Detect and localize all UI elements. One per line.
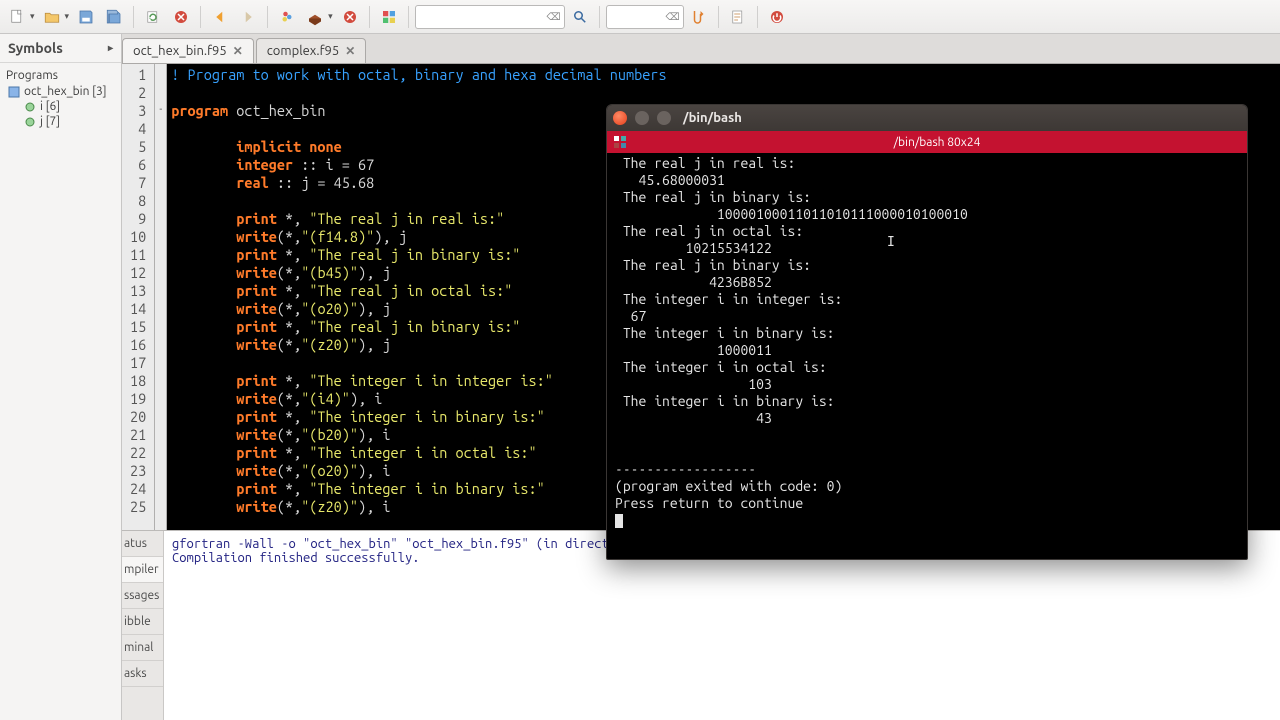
bottom-tab[interactable]: mpiler bbox=[122, 557, 163, 583]
variable-icon bbox=[24, 116, 36, 128]
goto-button[interactable] bbox=[686, 4, 712, 30]
variable-icon bbox=[24, 101, 36, 113]
editor-tabs: oct_hex_bin.f95 ✕ complex.f95 ✕ bbox=[122, 34, 1280, 64]
reload-button[interactable] bbox=[140, 4, 166, 30]
fold-column[interactable]: - bbox=[155, 64, 167, 530]
tab-oct-hex-bin[interactable]: oct_hex_bin.f95 ✕ bbox=[122, 38, 254, 63]
text-cursor-icon: I bbox=[887, 235, 895, 250]
build-button[interactable] bbox=[302, 4, 328, 30]
search-field-wrap: ⌫ bbox=[415, 5, 565, 29]
sidebar-header[interactable]: Symbols ▸ bbox=[0, 34, 121, 63]
clear-goto-icon[interactable]: ⌫ bbox=[665, 11, 679, 23]
sidebar-section-programs[interactable]: Programs bbox=[6, 67, 115, 84]
bottom-tab[interactable]: ibble bbox=[122, 609, 163, 635]
terminal-window[interactable]: /bin/bash /bin/bash 80x24 The real j in … bbox=[606, 104, 1248, 560]
build-dropdown[interactable]: ▾ bbox=[328, 11, 333, 22]
terminal-tab-bar: /bin/bash 80x24 bbox=[607, 131, 1247, 153]
sidebar-collapse-icon[interactable]: ▸ bbox=[108, 42, 113, 54]
symbol-variable-j[interactable]: j [7] bbox=[8, 114, 115, 129]
color-chooser-button[interactable] bbox=[376, 4, 402, 30]
terminal-tab-label: /bin/bash 80x24 bbox=[633, 136, 1241, 149]
nav-back-button[interactable] bbox=[207, 4, 233, 30]
terminal-output[interactable]: The real j in real is: 45.68000031 The r… bbox=[607, 153, 1247, 531]
preferences-button[interactable] bbox=[725, 4, 751, 30]
line-number-gutter: 1234567891011121314151617181920212223242… bbox=[122, 64, 155, 530]
nav-forward-button[interactable] bbox=[235, 4, 261, 30]
open-recent-dropdown[interactable]: ▾ bbox=[65, 11, 70, 22]
close-file-button[interactable] bbox=[168, 4, 194, 30]
bottom-tab[interactable]: asks bbox=[122, 661, 163, 687]
window-minimize-button[interactable] bbox=[635, 111, 649, 125]
save-all-button[interactable] bbox=[101, 4, 127, 30]
symbol-variable-i[interactable]: i [6] bbox=[8, 99, 115, 114]
window-close-button[interactable] bbox=[613, 111, 627, 125]
save-button[interactable] bbox=[73, 4, 99, 30]
tab-complex[interactable]: complex.f95 ✕ bbox=[256, 38, 367, 63]
search-input[interactable] bbox=[415, 5, 565, 29]
bottom-tab[interactable]: ssages bbox=[122, 583, 163, 609]
program-icon bbox=[8, 86, 20, 98]
terminal-titlebar[interactable]: /bin/bash bbox=[607, 105, 1247, 131]
close-tab-icon[interactable]: ✕ bbox=[233, 44, 243, 58]
new-file-button[interactable] bbox=[4, 4, 30, 30]
run-button[interactable] bbox=[337, 4, 363, 30]
new-file-dropdown[interactable]: ▾ bbox=[30, 11, 35, 22]
symbol-program[interactable]: oct_hex_bin [3] bbox=[8, 84, 115, 99]
bottom-tab[interactable]: minal bbox=[122, 635, 163, 661]
close-tab-icon[interactable]: ✕ bbox=[345, 44, 355, 58]
goto-field-wrap: ⌫ bbox=[606, 5, 684, 29]
symbols-sidebar: Symbols ▸ Programs oct_hex_bin [3] i [6]… bbox=[0, 34, 122, 720]
bottom-tab-list: atusmpilerssagesibbleminalasks bbox=[122, 531, 164, 720]
search-button[interactable] bbox=[567, 4, 593, 30]
main-toolbar: ▾ ▾ ▾ ⌫ ⌫ bbox=[0, 0, 1280, 34]
clear-search-icon[interactable]: ⌫ bbox=[546, 11, 560, 23]
bottom-tab[interactable]: atus bbox=[122, 531, 163, 557]
quit-button[interactable] bbox=[764, 4, 790, 30]
terminal-tab-icon bbox=[613, 135, 627, 149]
window-maximize-button[interactable] bbox=[657, 111, 671, 125]
terminal-title: /bin/bash bbox=[683, 111, 742, 125]
open-file-button[interactable] bbox=[39, 4, 65, 30]
sidebar-title: Symbols bbox=[8, 40, 63, 56]
compile-button[interactable] bbox=[274, 4, 300, 30]
